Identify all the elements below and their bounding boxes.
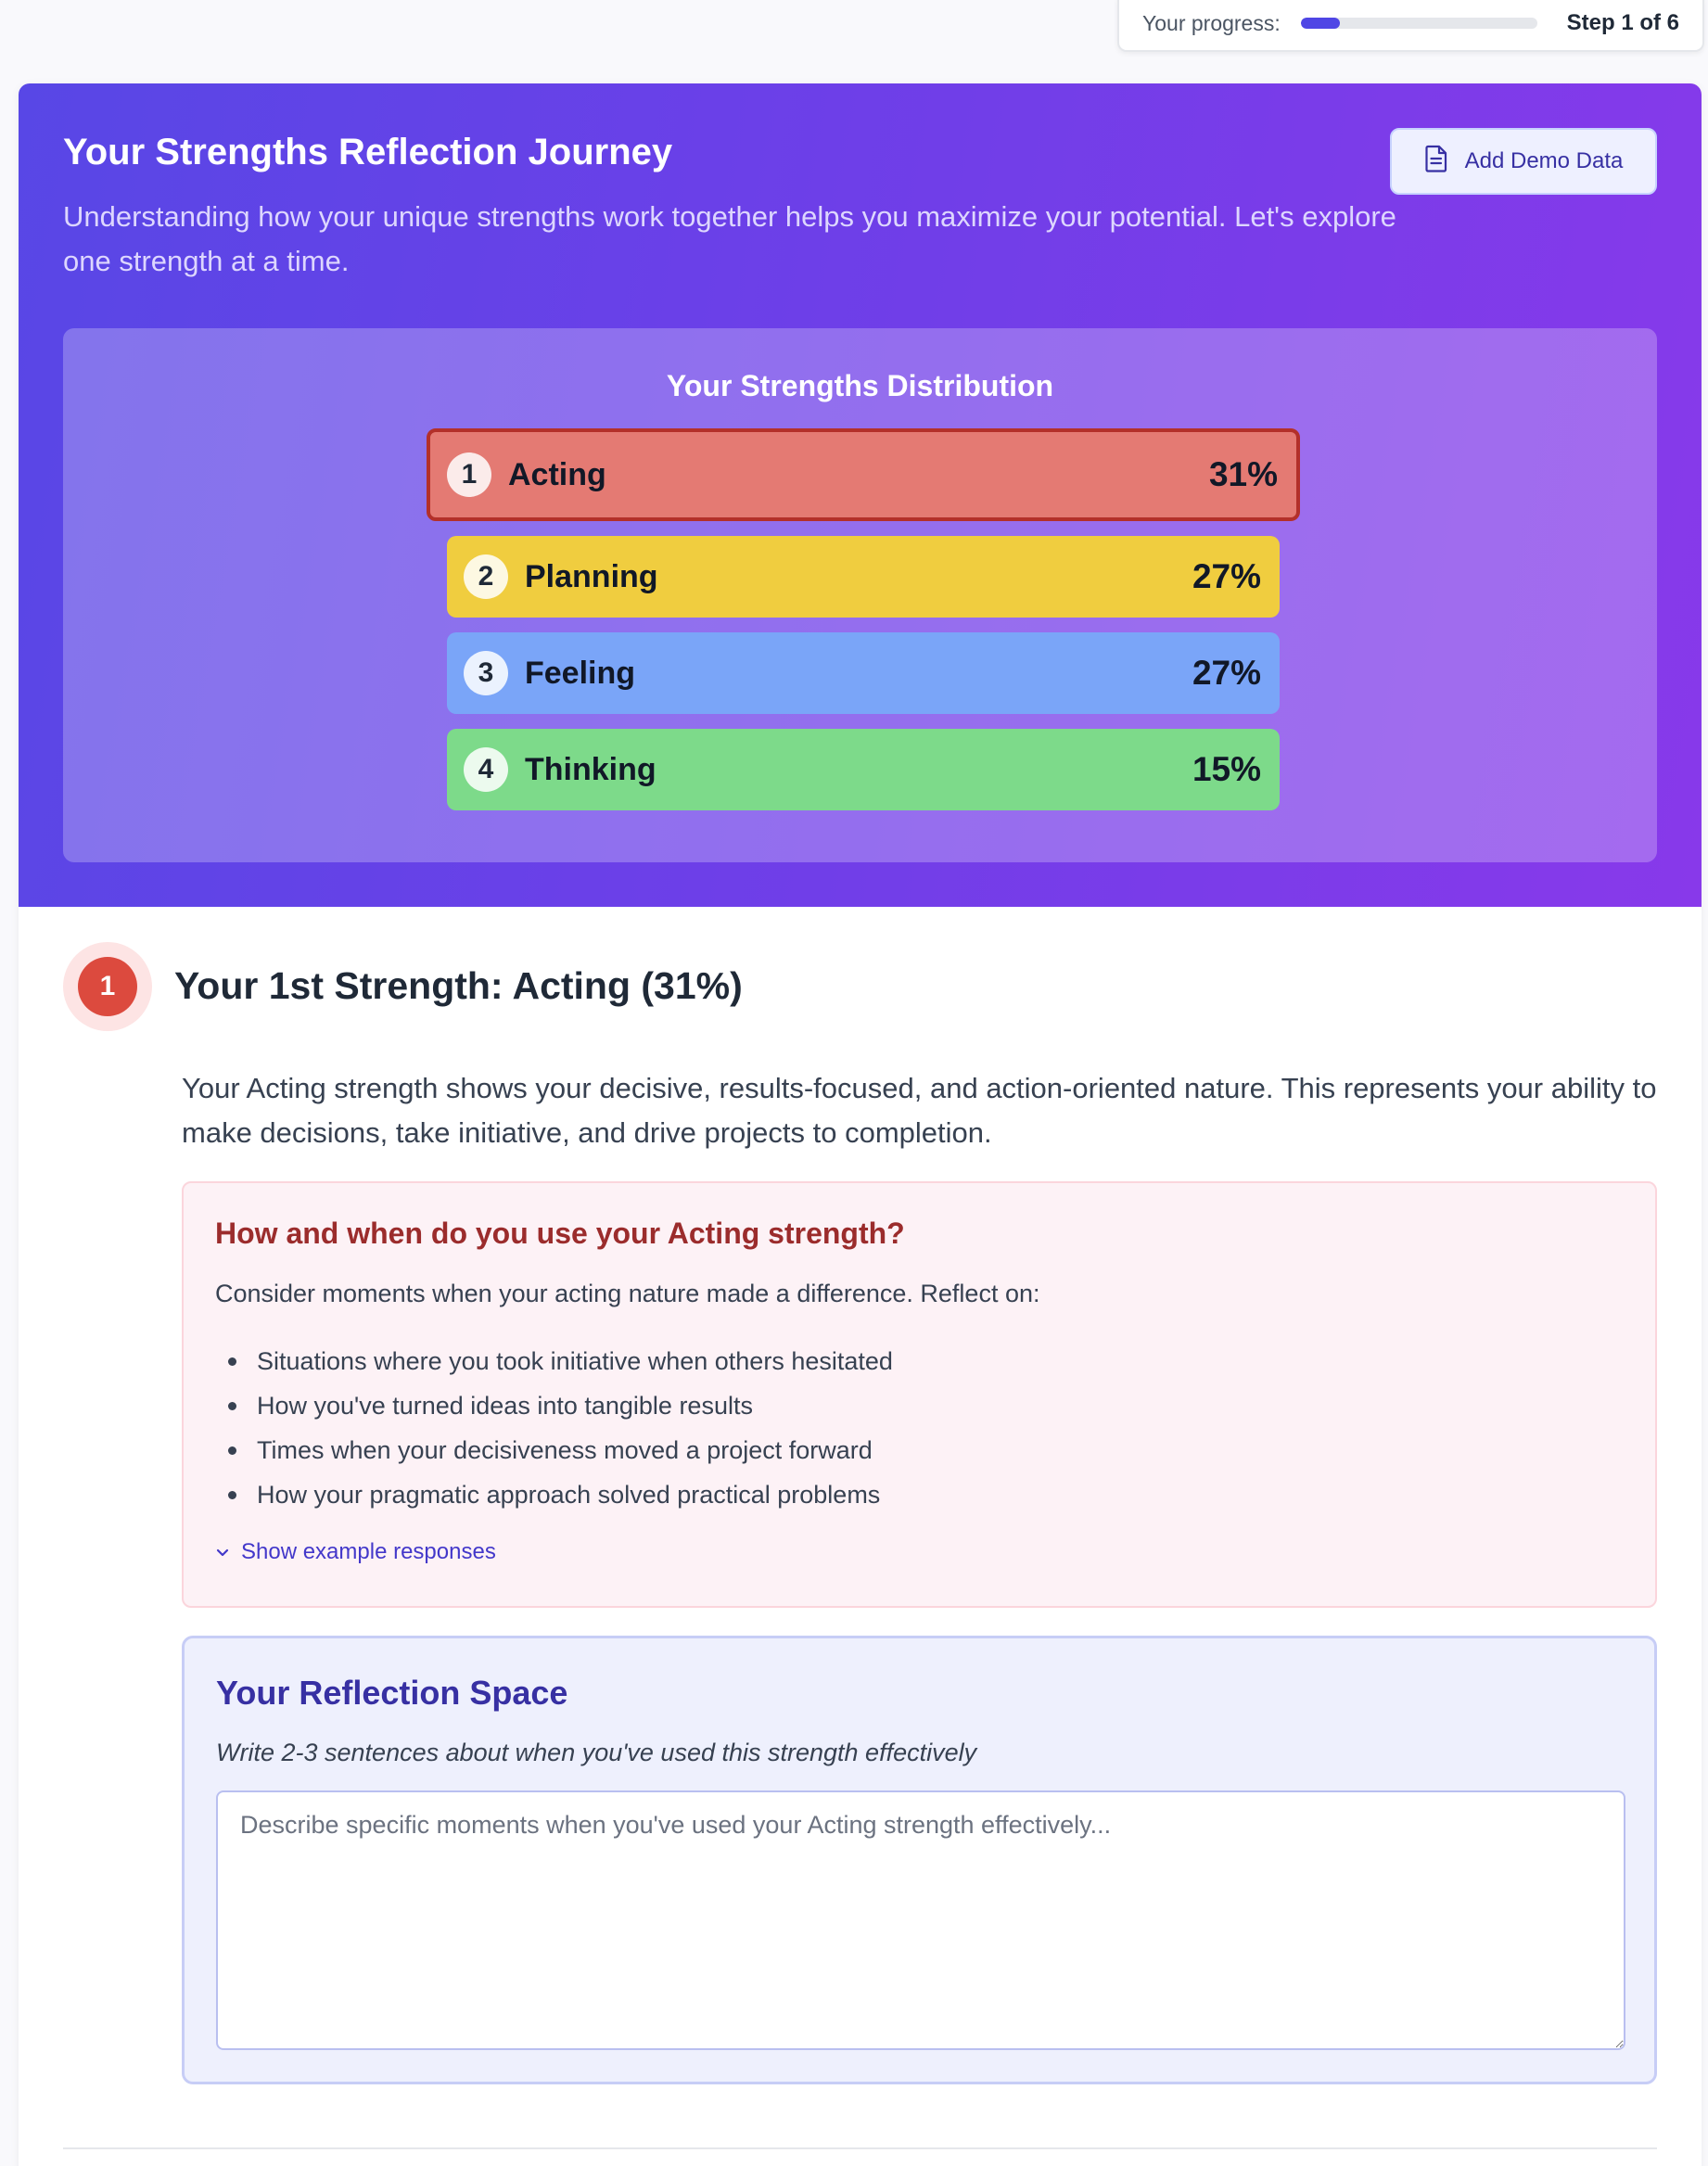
page-subtitle: Understanding how your unique strengths …: [63, 200, 1396, 277]
prompt-intro: Consider moments when your acting nature…: [215, 1280, 1040, 1307]
reflection-prompt-box: How and when do you use your Acting stre…: [182, 1181, 1657, 1608]
progress-label: Your progress:: [1142, 10, 1281, 35]
list-item: How you've turned ideas into tangible re…: [215, 1383, 893, 1428]
strength-label: Feeling: [525, 655, 636, 691]
bullet-icon: [228, 1446, 236, 1455]
hero-header: Your Strengths Reflection Journey Unders…: [19, 83, 1702, 907]
strength-bar-thinking[interactable]: 4 Thinking 15%: [447, 729, 1280, 810]
reflection-title: Your Reflection Space: [216, 1674, 568, 1712]
bullet-icon: [228, 1490, 236, 1499]
strength-percent: 27%: [1192, 654, 1261, 692]
strength-rank: 1: [447, 452, 491, 497]
strength-bar-acting[interactable]: 1 Acting 31%: [427, 428, 1300, 521]
strength-bar-feeling[interactable]: 3 Feeling 27%: [447, 632, 1280, 714]
strength-heading: Your 1st Strength: Acting (31%): [174, 964, 743, 1007]
progress-bar-fill: [1300, 18, 1341, 29]
strength-rank-number: 1: [78, 957, 137, 1016]
strength-percent: 15%: [1192, 750, 1261, 788]
strength-description: Your Acting strength shows your decisive…: [182, 1072, 1657, 1149]
reflection-subtitle: Write 2-3 sentences about when you've us…: [216, 1739, 977, 1766]
strength-rank-badge: 1: [63, 942, 152, 1031]
strength-rank: 4: [464, 747, 508, 792]
reflection-card: Your Strengths Reflection Journey Unders…: [19, 83, 1702, 2166]
divider: [63, 2147, 1657, 2149]
document-icon: [1424, 145, 1448, 179]
reflection-space: Your Reflection Space Write 2-3 sentence…: [182, 1636, 1657, 2084]
reflection-textarea[interactable]: [216, 1790, 1625, 2050]
strength-label: Thinking: [525, 751, 656, 787]
strength-percent: 27%: [1192, 557, 1261, 595]
list-item: How your pragmatic approach solved pract…: [215, 1472, 893, 1517]
strength-percent: 31%: [1208, 455, 1278, 493]
strength-bar-planning[interactable]: 2 Planning 27%: [447, 536, 1280, 618]
bullet-icon: [228, 1357, 236, 1366]
bullet-icon: [228, 1401, 236, 1410]
prompt-title: How and when do you use your Acting stre…: [215, 1217, 905, 1250]
progress-indicator: Your progress: Step 1 of 6: [1117, 0, 1704, 52]
add-demo-data-button[interactable]: Add Demo Data: [1390, 128, 1657, 195]
progress-step-text: Step 1 of 6: [1566, 10, 1679, 35]
strength-label: Planning: [525, 558, 658, 594]
show-example-responses-link[interactable]: Show example responses: [215, 1539, 496, 1565]
strengths-distribution-panel: Your Strengths Distribution 1 Acting 31%…: [63, 328, 1657, 862]
prompt-list: Situations where you took initiative whe…: [215, 1339, 893, 1517]
progress-bar: [1300, 18, 1537, 29]
list-item: Times when your decisiveness moved a pro…: [215, 1428, 893, 1472]
strength-label: Acting: [508, 456, 606, 492]
strength-rank: 2: [464, 554, 508, 599]
add-demo-data-label: Add Demo Data: [1464, 148, 1624, 173]
chevron-down-icon: [215, 1539, 230, 1565]
strength-rank: 3: [464, 651, 508, 695]
distribution-title: Your Strengths Distribution: [666, 369, 1054, 402]
show-example-responses-label: Show example responses: [241, 1539, 496, 1564]
page-title: Your Strengths Reflection Journey: [63, 132, 673, 172]
list-item: Situations where you took initiative whe…: [215, 1339, 893, 1383]
